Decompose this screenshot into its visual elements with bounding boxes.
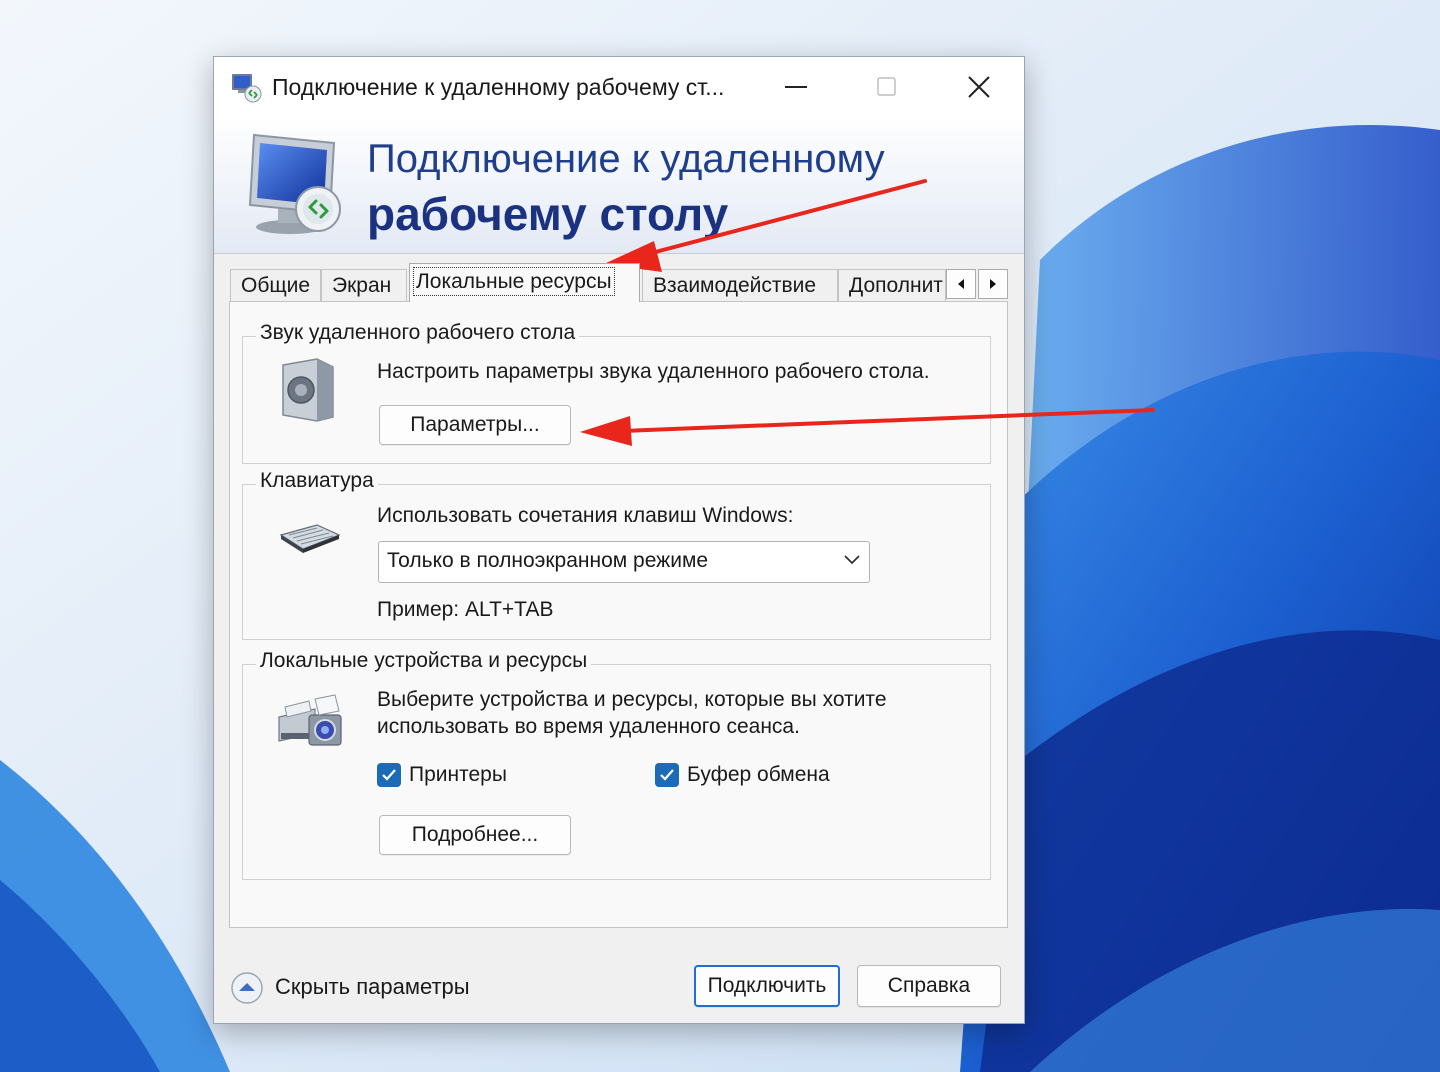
local-devices-title: Локальные устройства и ресурсы (256, 649, 592, 673)
tab-experience[interactable]: Взаимодействие (642, 269, 838, 301)
maximize-button (842, 57, 932, 117)
remote-audio-group: Звук удаленного рабочего стола Настроить… (242, 321, 991, 464)
tab-scroll-left-button[interactable] (946, 269, 976, 299)
clipboard-label[interactable]: Буфер обмена (687, 763, 830, 787)
chevron-down-icon (844, 555, 860, 565)
remote-audio-title: Звук удаленного рабочего стола (256, 321, 580, 345)
keyboard-title: Клавиатура (256, 469, 378, 493)
tab-general[interactable]: Общие (230, 269, 321, 301)
keyboard-group: Клавиатура Использовать сочетания клавиш… (242, 469, 991, 640)
tab-local-resources[interactable]: Локальные ресурсы (409, 263, 640, 302)
hide-options-toggle[interactable] (230, 971, 264, 1005)
triangle-right-icon (990, 279, 996, 289)
keyboard-description: Использовать сочетания клавиш Windows: (377, 504, 794, 527)
printers-label[interactable]: Принтеры (409, 763, 507, 787)
more-devices-button[interactable]: Подробнее... (379, 815, 571, 855)
audio-settings-button[interactable]: Параметры... (379, 405, 571, 445)
close-button[interactable] (934, 57, 1024, 117)
keyboard-example: Пример: ALT+TAB (377, 598, 554, 621)
devices-icon (278, 694, 342, 746)
remote-desktop-icon (232, 74, 262, 103)
keyboard-icon (279, 524, 341, 553)
remote-desktop-monitor-icon (248, 133, 341, 234)
tab-advanced[interactable]: Дополнит (838, 269, 946, 301)
minimize-button[interactable] (752, 57, 842, 117)
maximize-icon (877, 77, 896, 96)
tab-scroll-right-button[interactable] (978, 269, 1008, 299)
checkmark-icon (382, 769, 396, 781)
checkmark-icon (660, 769, 674, 781)
banner-title-line1: Подключение к удаленному (367, 137, 885, 181)
title-bar: Подключение к удаленному рабочему ст... (214, 57, 1024, 117)
close-icon (968, 76, 990, 98)
rdp-window: Подключение к удаленному рабочему ст... (213, 56, 1025, 1024)
clipboard-checkbox[interactable] (655, 763, 679, 787)
local-devices-group: Локальные устройства и ресурсы Выберите … (242, 649, 991, 880)
devices-description-line2: использовать во время удаленного сеанса. (377, 715, 800, 738)
tab-display[interactable]: Экран (321, 269, 407, 301)
banner-title-line2: рабочему столу (367, 188, 729, 240)
window-title: Подключение к удаленному рабочему ст... (272, 74, 725, 100)
local-resources-panel: Звук удаленного рабочего стола Настроить… (229, 301, 1008, 928)
speaker-icon (282, 358, 334, 422)
hide-options-label[interactable]: Скрыть параметры (275, 974, 470, 1000)
printers-checkbox[interactable] (377, 763, 401, 787)
help-button[interactable]: Справка (857, 965, 1001, 1007)
devices-description-line1: Выберите устройства и ресурсы, которые в… (377, 688, 887, 711)
triangle-left-icon (958, 279, 964, 289)
windows-key-combination-select[interactable]: Только в полноэкранном режиме (378, 541, 870, 583)
remote-audio-description: Настроить параметры звука удаленного раб… (377, 360, 930, 383)
tab-strip: Общие Экран Локальные ресурсы Взаимодейс… (230, 263, 1010, 303)
minimize-icon (785, 86, 807, 88)
header-banner: Подключение к удаленному рабочему столу (214, 117, 1024, 254)
connect-button[interactable]: Подключить (694, 965, 840, 1007)
